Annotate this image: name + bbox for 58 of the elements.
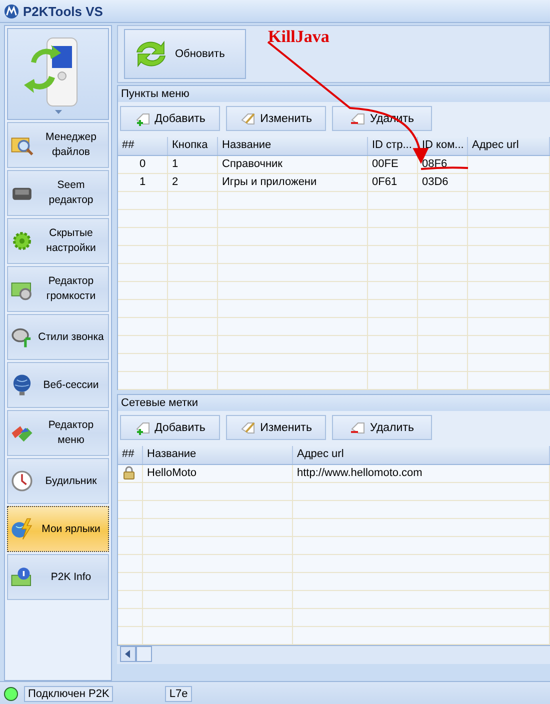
toolbar-button[interactable]: Удалить [332,415,432,440]
table-cell: Справочник [218,156,368,173]
annotation-text: KillJava [268,27,330,47]
window-title: P2KTools VS [23,4,103,18]
column-header[interactable]: ID ком... [418,137,468,155]
table-cell: 00FE [368,156,418,173]
toolbar-button[interactable]: Добавить [120,415,220,440]
sidebar-item[interactable]: P2K Info [7,554,109,600]
table-cell: 08F6 [418,156,468,173]
scroll-thumb[interactable] [136,646,152,662]
column-header[interactable]: ## [118,446,143,464]
info-icon [10,565,34,589]
lock-icon [122,466,136,480]
add-icon [134,420,151,436]
sidebar-item[interactable]: Скрытые настройки [7,218,109,264]
sidebar-item[interactable]: Редактор громкости [7,266,109,312]
column-header[interactable]: Адрес url [293,446,550,464]
model-name: L7e [165,686,192,702]
toolbar-button[interactable]: Изменить [226,106,326,131]
clock-icon [10,469,34,493]
gear-icon [10,229,34,253]
table-cell: 0F61 [368,174,418,191]
table-cell: 1 [118,174,168,191]
pencil-icon [240,110,256,126]
table-cell: http://www.hellomoto.com [293,465,550,482]
underline-mark [420,166,468,170]
pencil-icon [240,420,256,436]
sidebar-item[interactable]: Seem редактор [7,170,109,216]
add-icon [134,110,151,126]
sidebar-item[interactable]: Менеджер файлов [7,122,109,168]
sidebar-item[interactable]: Будильник [7,458,109,504]
table-cell: Игры и приложени [218,174,368,191]
table-cell: HelloMoto [143,465,293,482]
lightning-globe-icon [10,517,34,541]
column-header[interactable]: Название [143,446,293,464]
table-cell: 2 [168,174,218,191]
sidebar-item[interactable]: Мои ярлыки [7,506,109,552]
remove-icon [350,110,366,126]
sidebar-item[interactable]: Редактор меню [7,410,109,456]
toolbar-button[interactable]: Изменить [226,415,326,440]
column-header[interactable]: Кнопка [168,137,218,155]
device-button[interactable] [7,28,109,120]
toolbar-button[interactable]: Добавить [120,106,220,131]
section-title: Пункты меню [118,85,550,102]
sidebar-item[interactable]: Стили звонка [7,314,109,360]
table-cell: 03D6 [418,174,468,191]
table-cell: 0 [118,156,168,173]
remove-icon [350,420,366,436]
connection-status: Подключен P2K [24,686,114,702]
column-header[interactable]: Название [218,137,368,155]
column-header[interactable]: ID стр... [368,137,418,155]
column-header[interactable]: ## [118,137,168,155]
caret-icon [54,110,62,114]
column-header[interactable]: Адрес url [468,137,550,155]
app-logo-icon [4,4,19,18]
table-cell: 1 [168,156,218,173]
sidebar-item[interactable]: Веб-сессии [7,362,109,408]
refresh-button[interactable]: Обновить [124,29,246,79]
